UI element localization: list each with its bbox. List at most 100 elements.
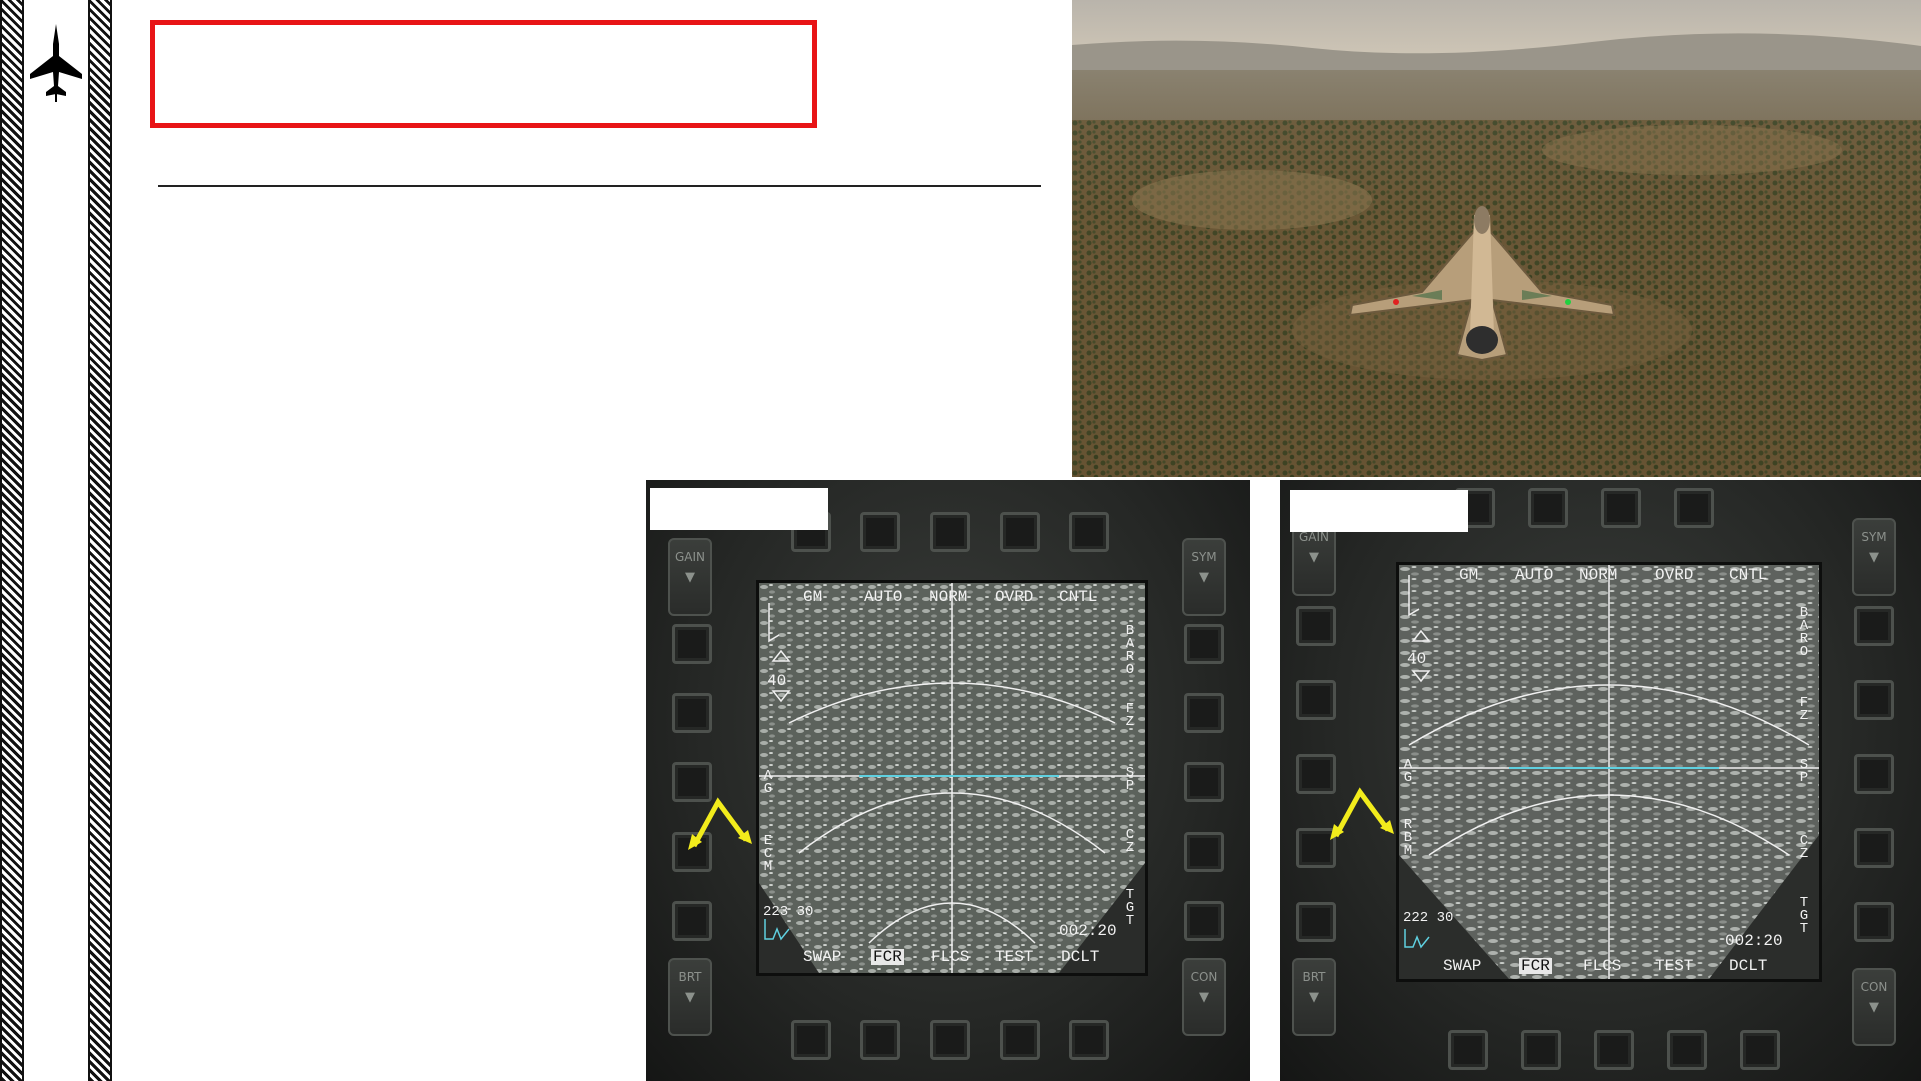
brt-rocker[interactable]: BRT ▼: [668, 958, 712, 1036]
osb-right-2[interactable]: [1854, 680, 1894, 720]
right-label-fz: FZ: [1122, 701, 1138, 727]
chevron-down-icon: ▼: [685, 990, 695, 1005]
top-label-cntl: CNTL: [1729, 566, 1768, 584]
chevron-down-icon: ▼: [1199, 990, 1209, 1005]
mfd-left: GAIN ▼ SYM ▼ BRT ▼ CON ▼ GM AUTO NORM OV…: [646, 480, 1250, 1081]
osb-bottom-3[interactable]: [930, 1020, 970, 1060]
osb-bottom-5[interactable]: [1069, 1020, 1109, 1060]
sym-label: SYM: [1191, 550, 1217, 564]
title-divider: [158, 185, 1041, 187]
mfd-right: GAIN ▼ SYM ▼ BRT ▼ CON ▼ GM AUTO NORM OV…: [1280, 480, 1921, 1081]
right-label-baro: BARO: [1796, 605, 1812, 657]
sym-rocker[interactable]: SYM ▼: [1852, 518, 1896, 596]
bottom-label-test: TEST: [1655, 957, 1694, 975]
brt-label: BRT: [678, 970, 702, 984]
osb-top-3[interactable]: [930, 512, 970, 552]
left-label-ag: AG: [760, 768, 776, 794]
chevron-down-icon: ▼: [1199, 570, 1209, 585]
right-label-tgt: TGT: [1796, 895, 1812, 934]
chevron-down-icon: ▼: [1309, 550, 1319, 565]
osb-bottom-4[interactable]: [1667, 1030, 1707, 1070]
osb-bottom-2[interactable]: [1521, 1030, 1561, 1070]
con-label: CON: [1860, 980, 1888, 994]
bottom-label-flcs: FLCS: [1583, 957, 1622, 975]
radar-map: [759, 583, 1145, 973]
chevron-down-icon: ▼: [1309, 990, 1319, 1005]
bottom-label-fcr: FCR: [1519, 957, 1552, 975]
top-label-norm: NORM: [1579, 566, 1618, 584]
osb-bottom-5[interactable]: [1740, 1030, 1780, 1070]
osb-right-3[interactable]: [1184, 762, 1224, 802]
bottom-label-test: TEST: [995, 948, 1034, 966]
gain-label: GAIN: [1298, 530, 1330, 544]
right-label-sp: SP: [1122, 765, 1138, 791]
chevron-down-icon: ▼: [685, 570, 695, 585]
bottom-label-dclt: DCLT: [1729, 957, 1768, 975]
osb-top-4[interactable]: [1000, 512, 1040, 552]
title-box: [150, 20, 817, 128]
brt-label: BRT: [1302, 970, 1326, 984]
radar-screen: GM AUTO NORM OVRD CNTL BARO FZ SP CZ TGT…: [756, 580, 1148, 976]
right-label-fz: FZ: [1796, 695, 1812, 721]
osb-left-5[interactable]: [1296, 902, 1336, 942]
con-label: CON: [1190, 970, 1218, 984]
time-readout: 002:20: [1725, 932, 1783, 950]
osb-right-5[interactable]: [1854, 902, 1894, 942]
brt-rocker[interactable]: BRT ▼: [1292, 958, 1336, 1036]
top-label-cntl: CNTL: [1059, 588, 1098, 606]
top-label-ovrd: OVRD: [995, 588, 1034, 606]
jet-silhouette-icon: [28, 22, 84, 102]
bottom-label-fcr: FCR: [871, 948, 904, 966]
osb-right-4[interactable]: [1184, 832, 1224, 872]
osb-bottom-4[interactable]: [1000, 1020, 1040, 1060]
con-rocker[interactable]: CON ▼: [1182, 958, 1226, 1036]
mfd-caption-box: [650, 488, 828, 530]
osb-bottom-3[interactable]: [1594, 1030, 1634, 1070]
top-label-auto: AUTO: [1515, 566, 1554, 584]
right-label-cz: CZ: [1122, 827, 1138, 853]
bottom-label-dclt: DCLT: [1061, 948, 1100, 966]
chevron-down-icon: ▼: [1869, 1000, 1879, 1015]
right-label-baro: BARO: [1122, 623, 1138, 675]
gain-label: GAIN: [674, 550, 706, 564]
aircraft-over-terrain-image: [1072, 0, 1921, 477]
osb-top-2[interactable]: [1528, 488, 1568, 528]
osb-bottom-1[interactable]: [791, 1020, 831, 1060]
sym-label: SYM: [1861, 530, 1887, 544]
osb-left-1[interactable]: [1296, 606, 1336, 646]
top-label-gm: GM: [1459, 566, 1479, 584]
osb-right-5[interactable]: [1184, 901, 1224, 941]
bottom-label-swap: SWAP: [803, 948, 842, 966]
left-label-rbm: RBM: [1400, 817, 1416, 856]
sym-rocker[interactable]: SYM ▼: [1182, 538, 1226, 616]
osb-right-3[interactable]: [1854, 754, 1894, 794]
gain-rocker[interactable]: GAIN ▼: [668, 538, 712, 616]
bottom-label-flcs: FLCS: [931, 948, 970, 966]
bearing-readout: 222 30: [1403, 910, 1454, 926]
osb-top-4[interactable]: [1674, 488, 1714, 528]
right-label-sp: SP: [1796, 757, 1812, 783]
sidebar-hatch-left: [0, 0, 24, 1081]
osb-right-1[interactable]: [1184, 624, 1224, 664]
osb-right-1[interactable]: [1854, 606, 1894, 646]
osb-left-2[interactable]: [1296, 680, 1336, 720]
osb-top-3[interactable]: [1601, 488, 1641, 528]
osb-right-2[interactable]: [1184, 693, 1224, 733]
osb-right-4[interactable]: [1854, 828, 1894, 868]
osb-left-1[interactable]: [672, 624, 712, 664]
con-rocker[interactable]: CON ▼: [1852, 968, 1896, 1046]
osb-bottom-2[interactable]: [860, 1020, 900, 1060]
time-readout: 002:20: [1059, 922, 1117, 940]
range-value: 40: [767, 672, 787, 690]
arrow-icon: [1330, 787, 1394, 840]
left-label-ag: AG: [1400, 757, 1416, 783]
osb-left-5[interactable]: [672, 901, 712, 941]
osb-top-2[interactable]: [860, 512, 900, 552]
osb-bottom-1[interactable]: [1448, 1030, 1488, 1070]
osb-left-2[interactable]: [672, 693, 712, 733]
radar-map: [1399, 565, 1819, 979]
osb-top-5[interactable]: [1069, 512, 1109, 552]
bottom-label-swap: SWAP: [1443, 957, 1482, 975]
right-label-tgt: TGT: [1122, 887, 1138, 926]
range-value: 40: [1407, 650, 1427, 668]
